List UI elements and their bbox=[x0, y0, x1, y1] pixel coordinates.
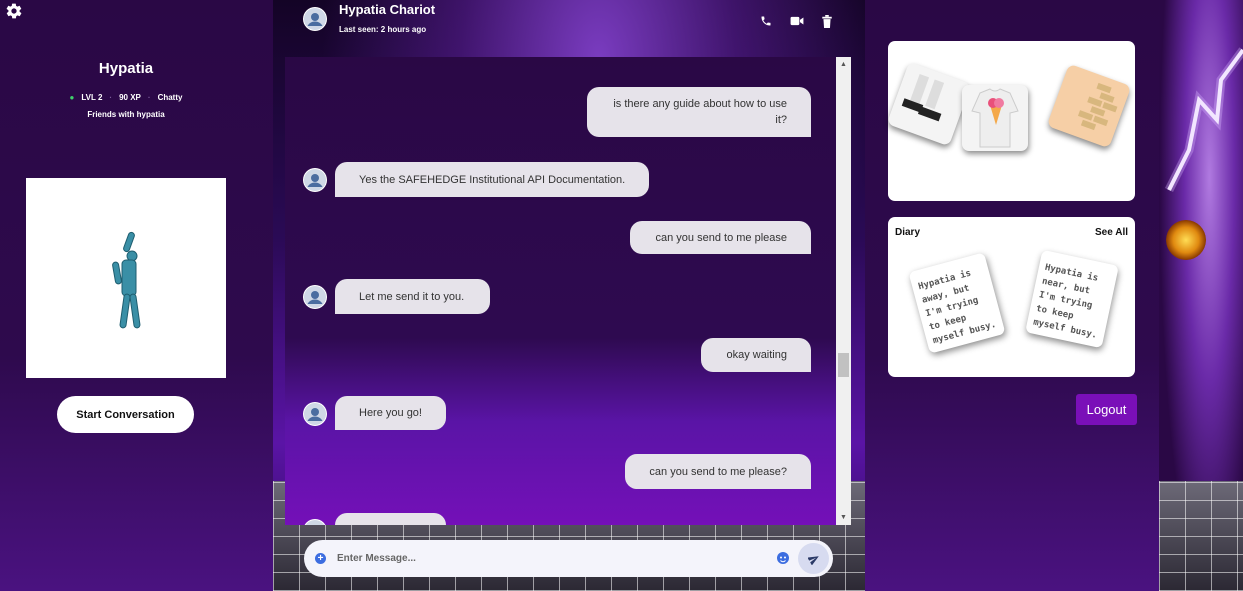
logout-button[interactable]: Logout bbox=[1076, 394, 1137, 425]
message-outgoing: okay waiting bbox=[701, 338, 811, 372]
see-all-link[interactable]: See All bbox=[1095, 227, 1128, 238]
message-text: Here you go! bbox=[359, 407, 422, 419]
inventory-card bbox=[886, 41, 1135, 201]
xp-label: 90 XP bbox=[119, 93, 141, 102]
phone-icon[interactable] bbox=[759, 15, 773, 29]
message-incoming: Yes the SAFEHEDGE Institutional API Docu… bbox=[335, 162, 649, 197]
message-input[interactable] bbox=[337, 548, 757, 568]
message-text: Let me send it to you. bbox=[359, 290, 465, 303]
shirt-icon bbox=[971, 88, 1019, 148]
scroll-up-icon[interactable]: ▲ bbox=[836, 57, 851, 72]
message-text: is there any guide about how to use it? bbox=[613, 98, 787, 126]
diary-card: Diary See All Hypatia is away, but I'm t… bbox=[888, 217, 1135, 377]
contact-avatar bbox=[303, 519, 327, 525]
character-preview bbox=[26, 178, 226, 378]
message-list[interactable]: is there any guide about how to use it? … bbox=[285, 57, 851, 525]
video-icon[interactable] bbox=[790, 15, 804, 29]
message-text: Yes the SAFEHEDGE Institutional API Docu… bbox=[359, 173, 626, 186]
message-text: can you send to me please bbox=[655, 231, 787, 244]
contact-avatar bbox=[303, 7, 327, 31]
message-outgoing: can you send to me please bbox=[630, 221, 811, 254]
shoes-icon bbox=[901, 74, 945, 122]
contact-avatar bbox=[303, 168, 327, 192]
user-icon bbox=[304, 8, 326, 30]
profile-stats: ● LVL 2 · 90 XP · Chatty bbox=[0, 93, 252, 102]
emoji-icon[interactable] bbox=[777, 552, 789, 564]
diary-note[interactable]: Hypatia is away, but I'm trying to keep … bbox=[908, 252, 1006, 354]
last-seen: Last seen: 2 hours ago bbox=[339, 25, 427, 34]
diary-note[interactable]: Hypatia is near, but I'm trying to keep … bbox=[1025, 249, 1119, 349]
message-incoming: Let me send it to you. bbox=[335, 279, 490, 314]
sun-icon bbox=[1166, 220, 1206, 260]
message-incoming-partial bbox=[335, 513, 446, 525]
settings-gear-icon[interactable] bbox=[5, 2, 23, 20]
scroll-down-icon[interactable]: ▼ bbox=[836, 510, 851, 525]
message-incoming: Here you go! bbox=[335, 396, 446, 430]
trash-icon[interactable] bbox=[820, 15, 834, 29]
message-composer: + bbox=[304, 540, 833, 577]
friendship-status: Friends with hypatia bbox=[87, 110, 165, 119]
shoes-item[interactable] bbox=[886, 61, 972, 147]
contact-name: Hypatia Chariot bbox=[339, 2, 436, 17]
message-outgoing: is there any guide about how to use it? bbox=[587, 87, 811, 137]
brick-wall-icon bbox=[1077, 82, 1118, 131]
contact-avatar bbox=[303, 285, 327, 309]
send-icon bbox=[807, 555, 819, 565]
wall-item[interactable] bbox=[1046, 63, 1132, 149]
contact-avatar bbox=[303, 402, 327, 426]
profile-name: Hypatia bbox=[98, 60, 154, 77]
separator: · bbox=[109, 93, 113, 102]
message-text: can you send to me please? bbox=[649, 465, 787, 478]
message-outgoing: can you send to me please? bbox=[625, 454, 811, 489]
user-icon bbox=[304, 403, 326, 425]
separator: · bbox=[147, 93, 151, 102]
grid-floor-right bbox=[1159, 481, 1243, 591]
diary-title: Diary bbox=[895, 227, 921, 238]
level-label: LVL 2 bbox=[81, 93, 103, 102]
scroll-thumb[interactable] bbox=[838, 353, 849, 377]
lightning-icon bbox=[1164, 47, 1243, 193]
user-icon bbox=[305, 520, 325, 525]
start-conversation-button[interactable]: Start Conversation bbox=[57, 396, 194, 433]
shirt-item[interactable] bbox=[962, 85, 1028, 151]
message-scrollbar[interactable]: ▲ ▼ bbox=[836, 57, 851, 525]
attach-plus-icon[interactable]: + bbox=[315, 553, 326, 564]
send-button[interactable] bbox=[798, 543, 829, 574]
user-icon bbox=[304, 169, 326, 191]
user-icon bbox=[304, 286, 326, 308]
character-figure-icon bbox=[112, 231, 141, 329]
message-text: okay waiting bbox=[726, 349, 787, 361]
trait-label: Chatty bbox=[157, 93, 183, 102]
location-pin-icon: ● bbox=[69, 93, 75, 102]
